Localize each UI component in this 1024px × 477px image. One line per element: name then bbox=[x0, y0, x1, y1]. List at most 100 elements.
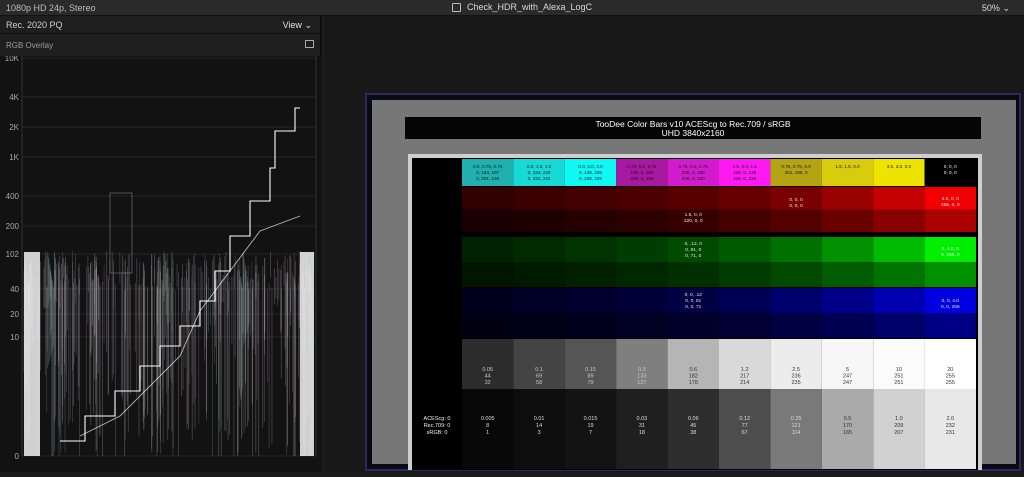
gray-label: 69 bbox=[536, 374, 542, 380]
swatch-label: 226, 0, 226 bbox=[733, 176, 756, 181]
red-label: 1.5, 0, 0 bbox=[685, 212, 703, 218]
color-bar bbox=[770, 288, 822, 313]
gray-label: 247 bbox=[843, 380, 852, 386]
gray-label: 133 bbox=[637, 374, 646, 380]
colorspace-label: Rec. 2020 PQ bbox=[6, 20, 63, 30]
gray-label: 165 bbox=[843, 430, 852, 436]
gray-bar bbox=[719, 389, 771, 469]
scope-tick-label: 200 bbox=[6, 222, 20, 231]
gray-label: 31 bbox=[639, 423, 645, 429]
color-bar bbox=[719, 187, 771, 210]
color-bar bbox=[770, 313, 822, 338]
chart-subtitle: UHD 3840x2160 bbox=[662, 128, 725, 138]
row-label: sRGB: 0 bbox=[427, 430, 448, 436]
color-bar bbox=[462, 237, 514, 262]
color-bar bbox=[719, 313, 771, 338]
color-bar bbox=[821, 209, 874, 232]
gray-label: 5 bbox=[846, 367, 849, 373]
color-bar bbox=[770, 237, 822, 262]
color-bar bbox=[719, 237, 771, 262]
scope-tick-label: 400 bbox=[6, 192, 20, 201]
gray-label: 0.5 bbox=[844, 416, 852, 422]
red-label: 3.0, 0, 0 bbox=[942, 196, 960, 202]
color-bar bbox=[924, 313, 976, 338]
red-label: 255, 0, 0 bbox=[941, 202, 960, 208]
swatch-label: 3.0, 3.0, 0.0 bbox=[887, 164, 912, 169]
waveform-left-block bbox=[24, 252, 40, 456]
gray-label: 0.6 bbox=[689, 367, 697, 373]
gray-bar bbox=[513, 389, 565, 469]
swatch-label: 0.75, 0.0, 0.75 bbox=[627, 164, 657, 169]
red-label: 0, 0, 0 bbox=[789, 203, 803, 209]
blue-label: 0, 0, 4.0 bbox=[942, 298, 960, 304]
color-bar bbox=[821, 288, 874, 313]
swatch-label: 0, 236, 225 bbox=[579, 176, 602, 181]
scope-tick-label: 102 bbox=[6, 250, 20, 259]
swatch-label: 200, 0, 199 bbox=[630, 176, 653, 181]
swatch-label: 0.75, 0.75, 0.0 bbox=[781, 164, 811, 169]
gray-label: 0.05 bbox=[482, 367, 493, 373]
gray-label: 2.5 bbox=[792, 367, 800, 373]
swatch-label: 226, 0, 226 bbox=[733, 170, 756, 175]
swatch-label: 0, 184, 187 bbox=[476, 170, 499, 175]
zoom-menu[interactable]: 50% ⌄ bbox=[982, 3, 1010, 14]
gray-bar bbox=[873, 389, 925, 469]
gray-label: 8 bbox=[486, 423, 489, 429]
scope-settings-icon[interactable] bbox=[305, 40, 314, 48]
gray-label: 45 bbox=[690, 423, 696, 429]
gray-label: 89 bbox=[587, 374, 593, 380]
color-bar bbox=[667, 187, 719, 210]
gray-label: 0.06 bbox=[688, 416, 699, 422]
gray-label: 79 bbox=[587, 380, 593, 386]
green-label: 0, 71, 0 bbox=[685, 253, 701, 259]
film-icon bbox=[452, 2, 461, 12]
red-label: 0, 0, 0 bbox=[789, 197, 803, 203]
row-label: Rec.709: 0 bbox=[424, 423, 451, 429]
color-bar bbox=[873, 209, 925, 232]
swatch-label: 1.5, 0.0, 1.5 bbox=[733, 164, 758, 169]
green-label: 0, 81, 0 bbox=[685, 247, 701, 253]
gray-bar bbox=[616, 389, 668, 469]
gray-label: 7 bbox=[589, 430, 592, 436]
color-bar bbox=[873, 313, 925, 338]
gray-label: 182 bbox=[689, 374, 698, 380]
color-bar bbox=[821, 187, 874, 210]
color-bar bbox=[462, 187, 514, 210]
color-bar bbox=[821, 313, 874, 338]
gray-label: 67 bbox=[742, 430, 748, 436]
green-label: 0, 4.0, 0 bbox=[942, 246, 960, 252]
view-menu-button[interactable]: View ⌄ bbox=[283, 20, 312, 31]
gray-label: 20 bbox=[947, 367, 953, 373]
green-label: 0, .12, 0 bbox=[685, 241, 703, 247]
gray-label: 236 bbox=[792, 374, 801, 380]
gray-bar bbox=[462, 389, 514, 469]
format-label: 1080p HD 24p, Stereo bbox=[6, 3, 96, 13]
gray-label: 0.03 bbox=[637, 416, 648, 422]
gray-label: 207 bbox=[894, 430, 903, 436]
color-bar bbox=[616, 262, 668, 287]
swatch-label: 0, 136, 226 bbox=[579, 170, 602, 175]
blue-label: 0, 0, 81 bbox=[685, 298, 701, 304]
scope-tick-label: 20 bbox=[10, 310, 19, 319]
scope-tick-label: 1K bbox=[9, 153, 19, 162]
gray-label: 232 bbox=[946, 423, 955, 429]
gray-label: 2.0 bbox=[946, 416, 954, 422]
scope-header: Rec. 2020 PQ View ⌄ bbox=[0, 16, 320, 34]
gray-label: 77 bbox=[742, 423, 748, 429]
gray-label: 0.12 bbox=[739, 416, 750, 422]
gray-label: 38 bbox=[690, 430, 696, 436]
color-bar bbox=[719, 288, 771, 313]
color-bar bbox=[513, 313, 565, 338]
color-bar bbox=[719, 209, 771, 232]
gray-label: 19 bbox=[587, 423, 593, 429]
color-bar bbox=[873, 237, 925, 262]
chevron-down-icon: ⌄ bbox=[1002, 3, 1010, 13]
swatch-label: 0, 0, 0 bbox=[944, 164, 957, 169]
gray-label: 0.01 bbox=[534, 416, 545, 422]
color-bar bbox=[513, 237, 565, 262]
gray-label: 0.015 bbox=[584, 416, 598, 422]
swatch-label: 225, 0, 185 bbox=[682, 170, 705, 175]
green-label: 0, 255, 0 bbox=[941, 252, 960, 258]
color-bar bbox=[564, 209, 617, 232]
color-bar bbox=[513, 187, 565, 210]
